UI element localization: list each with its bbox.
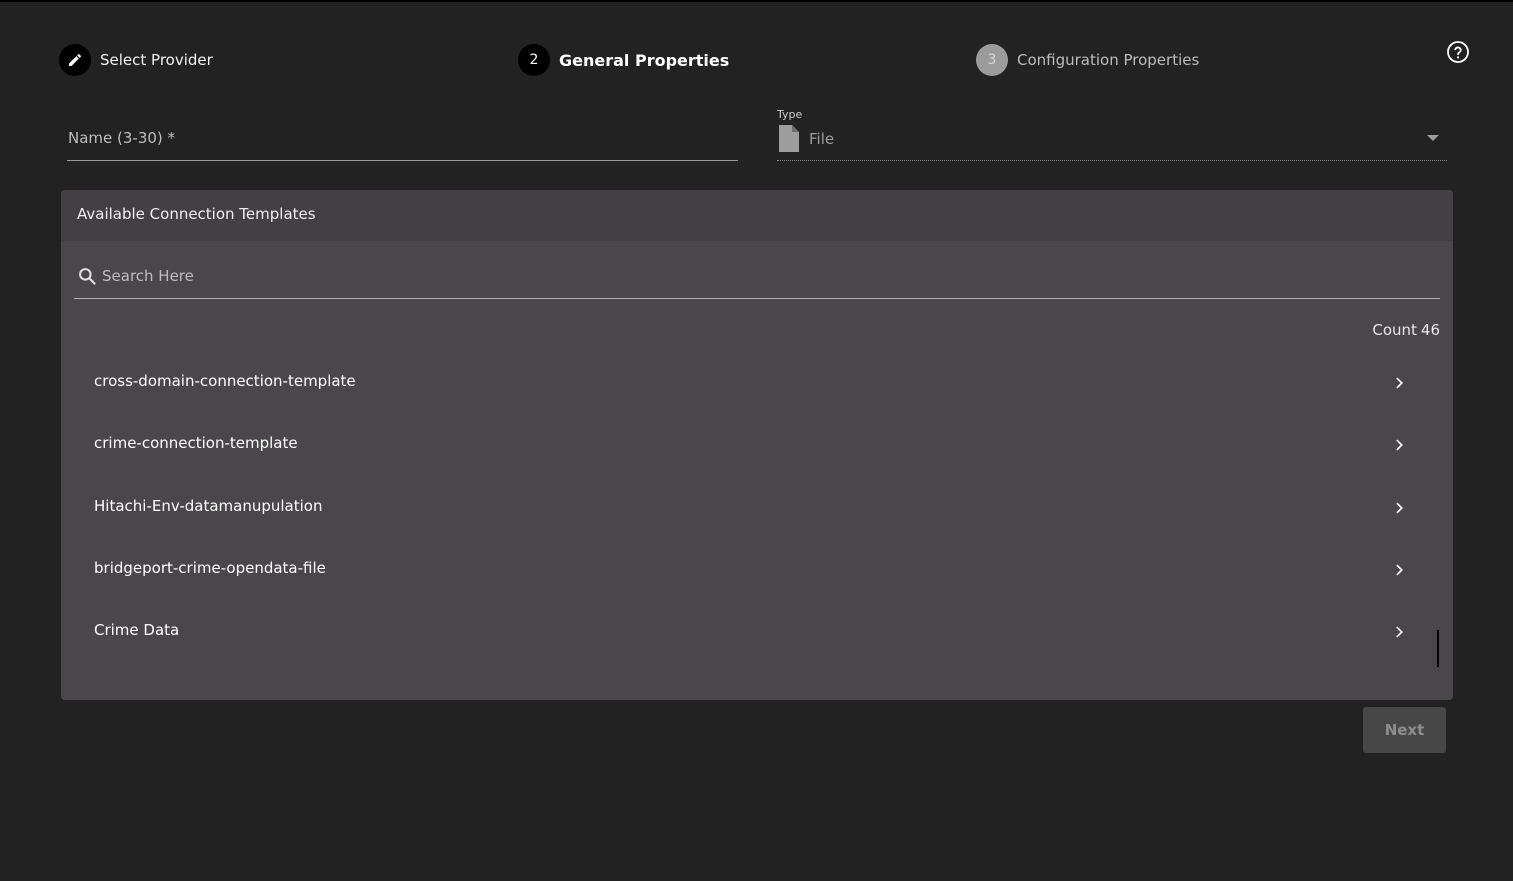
step-3-badge: 3 bbox=[976, 44, 1008, 76]
list-item-label: Crime Data bbox=[94, 621, 180, 640]
connection-templates-panel: Available Connection Templates Count46 c… bbox=[61, 190, 1453, 700]
chevron-down-icon[interactable] bbox=[1427, 135, 1439, 141]
name-input[interactable] bbox=[67, 116, 738, 160]
list-item-label: crime-connection-template bbox=[94, 434, 298, 453]
step-1-completed-badge bbox=[59, 44, 91, 76]
list-item-label: Hitachi-Env-datamanupulation bbox=[94, 496, 323, 515]
count-label: Count bbox=[1372, 321, 1417, 339]
help-circle-icon[interactable] bbox=[1446, 40, 1470, 64]
list-item[interactable]: crime-connection-template bbox=[61, 415, 1453, 477]
chevron-right-icon bbox=[1396, 377, 1403, 389]
chevron-right-icon bbox=[1396, 439, 1403, 451]
file-icon bbox=[779, 125, 799, 152]
chevron-right-icon bbox=[1396, 564, 1403, 576]
count-value: 46 bbox=[1420, 321, 1440, 339]
next-button[interactable]: Next bbox=[1363, 707, 1446, 753]
top-border bbox=[0, 0, 1513, 2]
list-item[interactable]: cross-domain-connection-template bbox=[61, 353, 1453, 415]
list-item-label: cross-domain-connection-template bbox=[94, 372, 356, 390]
template-count: Count 46 bbox=[1372, 321, 1440, 339]
step-1-label: Select Provider bbox=[100, 51, 213, 69]
search-input[interactable] bbox=[102, 262, 1422, 290]
list-item[interactable]: Crime Data bbox=[61, 602, 1453, 664]
type-select[interactable]: Type File bbox=[777, 106, 1447, 161]
template-list: cross-domain-connection-template crime-c… bbox=[61, 353, 1453, 664]
type-value: File bbox=[809, 130, 835, 148]
step-configuration-properties[interactable]: 3 Configuration Properties bbox=[976, 44, 1199, 76]
step-select-provider[interactable]: Select Provider bbox=[59, 44, 213, 76]
chevron-right-icon bbox=[1396, 502, 1403, 514]
search-field[interactable] bbox=[74, 258, 1440, 299]
step-3-label: Configuration Properties bbox=[1017, 51, 1200, 69]
step-2-label: General Properties bbox=[559, 50, 730, 70]
panel-header: Available Connection Templates bbox=[61, 190, 1453, 241]
list-item-label: bridgeport-crime-opendata-file bbox=[94, 558, 326, 577]
step-general-properties[interactable]: 2 General Properties bbox=[518, 44, 729, 76]
chevron-right-icon bbox=[1396, 626, 1403, 638]
type-label: Type bbox=[777, 108, 803, 121]
list-item[interactable]: Hitachi-Env-datamanupulation bbox=[61, 478, 1453, 540]
search-icon bbox=[79, 268, 96, 285]
step-2-badge: 2 bbox=[518, 44, 550, 76]
list-item[interactable]: bridgeport-crime-opendata-file bbox=[61, 540, 1453, 602]
list-scrollbar[interactable] bbox=[1437, 630, 1439, 667]
name-field[interactable] bbox=[67, 116, 738, 161]
panel-title: Available Connection Templates bbox=[77, 205, 316, 223]
pencil-icon bbox=[69, 53, 82, 66]
